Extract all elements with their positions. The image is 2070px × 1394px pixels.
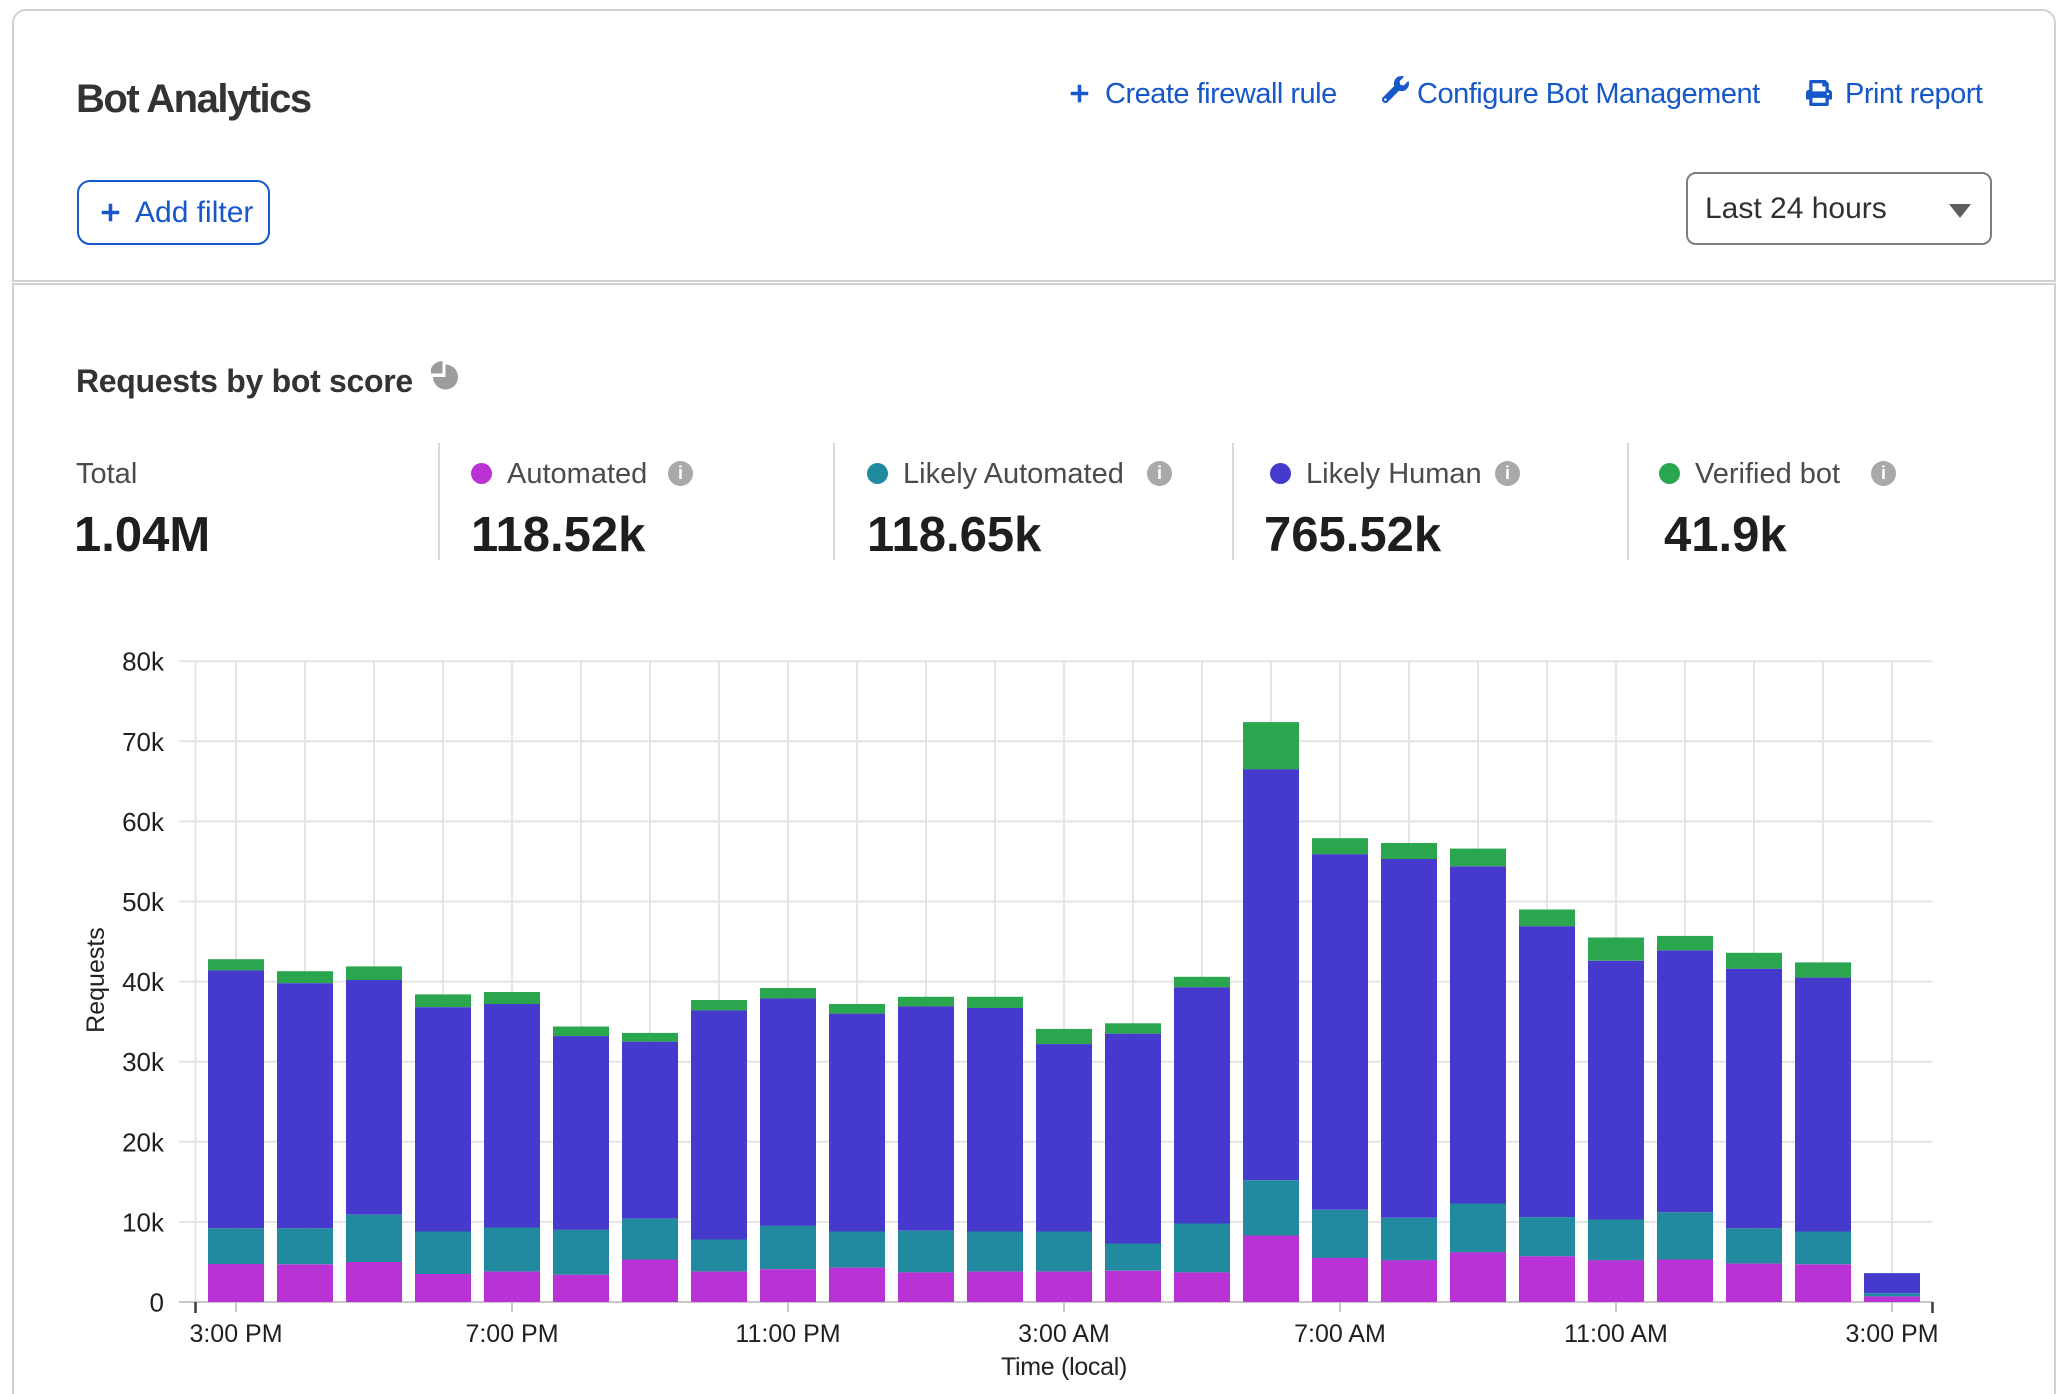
- svg-text:3:00 PM: 3:00 PM: [1845, 1320, 1938, 1348]
- svg-text:10k: 10k: [122, 1207, 165, 1237]
- svg-text:80k: 80k: [122, 647, 165, 677]
- svg-text:7:00 PM: 7:00 PM: [465, 1320, 558, 1348]
- svg-text:70k: 70k: [122, 727, 165, 757]
- svg-text:Time (local): Time (local): [1001, 1353, 1127, 1381]
- svg-text:3:00 PM: 3:00 PM: [189, 1320, 282, 1348]
- svg-text:0: 0: [150, 1288, 164, 1318]
- svg-text:30k: 30k: [122, 1047, 165, 1077]
- svg-text:40k: 40k: [122, 967, 165, 997]
- svg-text:7:00 AM: 7:00 AM: [1294, 1320, 1386, 1348]
- svg-text:20k: 20k: [122, 1127, 165, 1157]
- svg-text:11:00 AM: 11:00 AM: [1564, 1320, 1668, 1348]
- svg-text:3:00 AM: 3:00 AM: [1018, 1320, 1110, 1348]
- svg-text:11:00 PM: 11:00 PM: [735, 1320, 840, 1348]
- svg-text:Requests: Requests: [82, 927, 110, 1033]
- svg-text:50k: 50k: [122, 887, 165, 917]
- svg-text:60k: 60k: [122, 807, 165, 837]
